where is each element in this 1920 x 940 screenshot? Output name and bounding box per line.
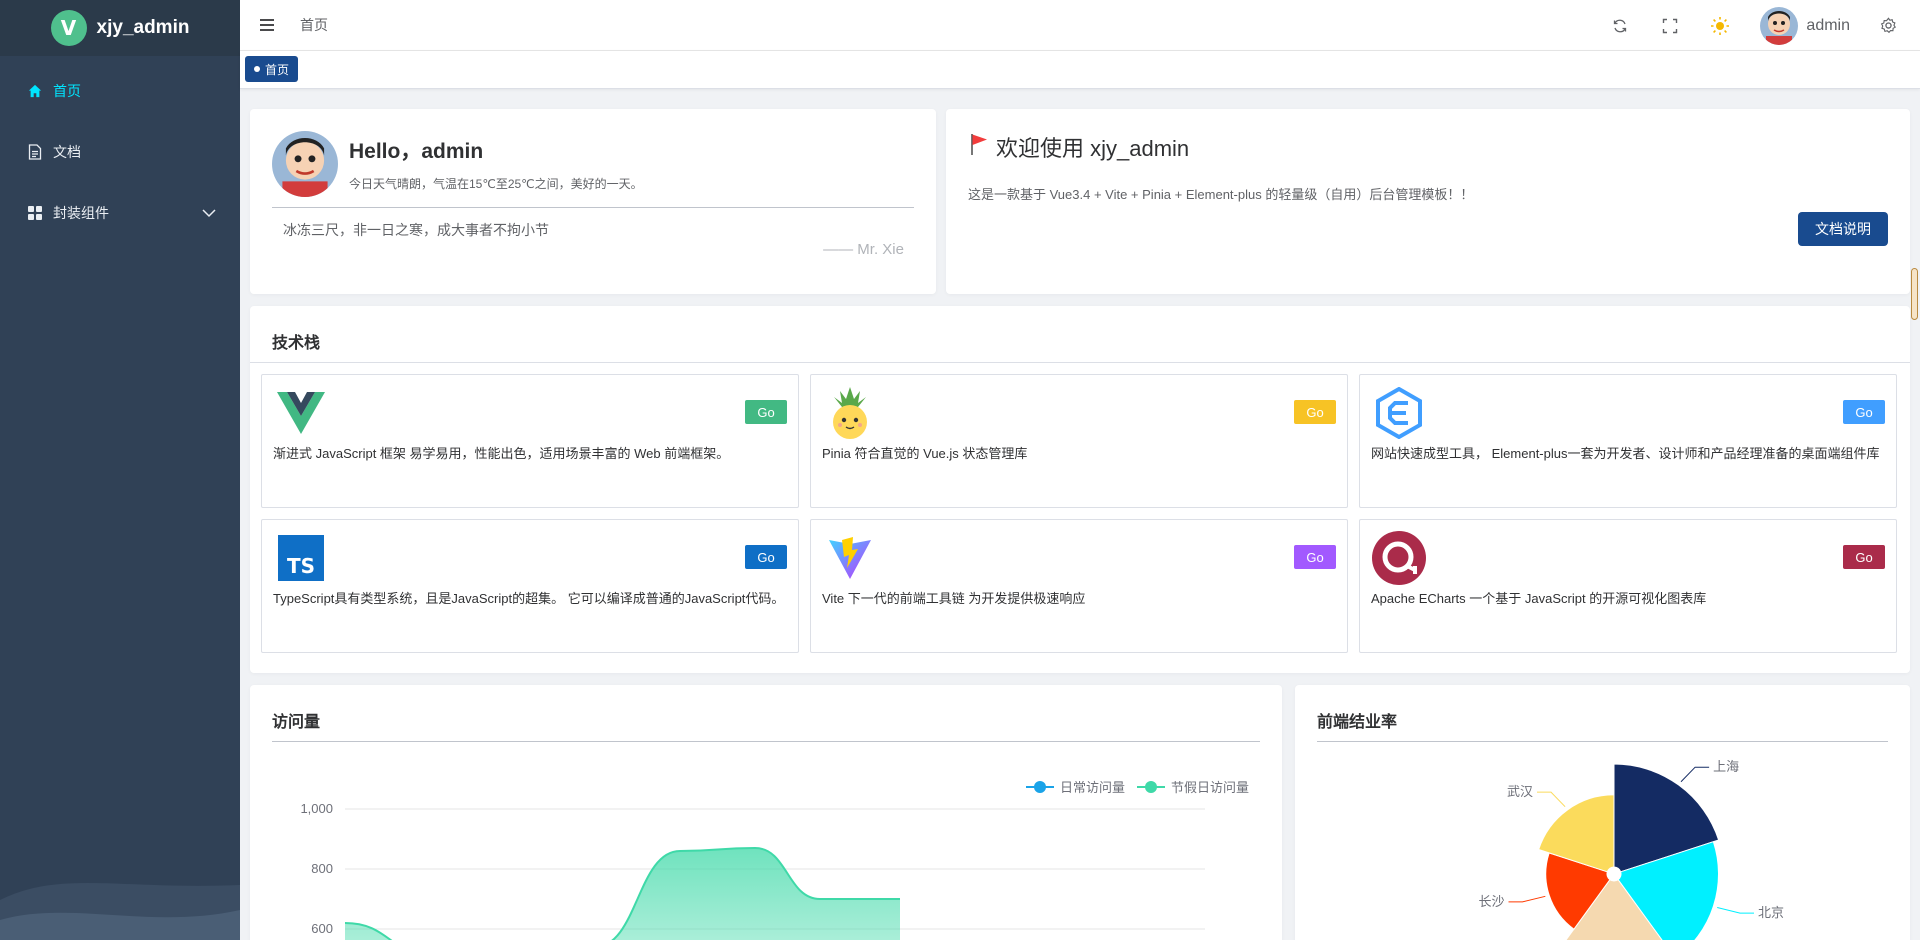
tech-stack-title: 技术栈 — [272, 335, 321, 352]
tech-stack-card: 技术栈 Go 渐进式 JavaScript 框架 易学易用，性能出色，适用场景丰… — [250, 306, 1910, 673]
document-icon — [27, 143, 43, 160]
sidebar: V xjy_admin 首页 文档 封装组件 — [0, 0, 240, 940]
sidebar-item-components[interactable]: 封装组件 — [0, 182, 240, 243]
rate-chart: 上海北京 长沙 武汉 — [1478, 759, 1784, 940]
visits-chart: 600 800 1,000 日常访问量 节假日访问量 — [300, 780, 1249, 940]
header-actions: admin — [1580, 0, 1920, 51]
hello-card: Hello，admin 今日天气晴朗，气温在15℃至25℃之间，美好的一天。 冰… — [250, 109, 936, 294]
avatar — [1760, 6, 1799, 45]
tags-view-bar: 首页 — [240, 51, 1920, 89]
pie-label-line — [1536, 791, 1566, 808]
area-fill-series-2 — [345, 848, 900, 940]
tech-description: Pinia 符合直觉的 Vue.js 状态管理库 — [822, 446, 1028, 461]
tech-go-button[interactable]: Go — [745, 400, 787, 424]
welcome-heading: 欢迎使用 xjy_admin — [968, 131, 1189, 163]
docs-button[interactable]: 文档说明 — [1798, 212, 1888, 246]
app-logo-icon: V — [50, 10, 87, 46]
vite-logo-icon — [822, 530, 878, 586]
tech-description: 渐进式 JavaScript 框架 易学易用，性能出色，适用场景丰富的 Web … — [273, 446, 730, 461]
sidebar-logo[interactable]: V xjy_admin — [0, 0, 240, 56]
divider — [272, 207, 914, 208]
vue-logo-icon — [273, 385, 329, 441]
gear-icon[interactable] — [1878, 16, 1898, 36]
avatar — [272, 131, 338, 197]
fullscreen-icon[interactable] — [1660, 16, 1680, 36]
pie-label: 长沙 — [1478, 894, 1504, 909]
chevron-down-icon — [202, 205, 216, 221]
tech-description: TypeScript具有类型系统，且是JavaScript的超集。 它可以编译成… — [273, 591, 785, 606]
legend-marker — [1034, 781, 1046, 793]
sidebar-item-label: 首页 — [53, 82, 81, 99]
rate-card: 前端结业率 上海 北京 长沙 武汉 — [1295, 685, 1910, 940]
tech-item-echarts: Go Apache ECharts 一个基于 JavaScript 的开源可视化… — [1359, 519, 1897, 653]
hello-quote-author: —— Mr. Xie — [823, 241, 904, 258]
sidebar-item-label: 封装组件 — [53, 204, 109, 221]
y-tick-label: 1,000 — [300, 801, 333, 816]
tech-description: 网站快速成型工具， Element-plus一套为开发者、设计师和产品经理准备的… — [1371, 446, 1880, 461]
welcome-description: 这是一款基于 Vue3.4 + Vite + Pinia + Element-p… — [968, 187, 1474, 202]
grid-icon — [27, 205, 43, 221]
tech-go-button[interactable]: Go — [1843, 400, 1885, 424]
hello-quote: 冰冻三尺，非一日之寒，成大事者不拘小节 — [283, 222, 549, 238]
y-tick-label: 800 — [311, 861, 333, 876]
hamburger-menu-icon[interactable] — [258, 16, 276, 34]
tag-label: 首页 — [265, 62, 290, 77]
refresh-icon[interactable] — [1610, 16, 1630, 36]
echarts-logo-icon — [1371, 530, 1427, 586]
sun-icon[interactable] — [1710, 16, 1730, 36]
tech-description: Vite 下一代的前端工具链 为开发提供极速响应 — [822, 591, 1086, 606]
tech-go-button[interactable]: Go — [1843, 545, 1885, 569]
pie-label: 上海 — [1713, 759, 1739, 774]
tech-item-typescript: TS Go TypeScript具有类型系统，且是JavaScript的超集。 … — [261, 519, 799, 653]
pie-label-line — [1680, 766, 1710, 783]
app-title: xjy_admin — [96, 17, 190, 38]
pie-label: 北京 — [1758, 905, 1784, 920]
hello-title: Hello，admin — [349, 140, 484, 163]
sidebar-item-docs[interactable]: 文档 — [0, 121, 240, 182]
page-scrollbar[interactable] — [1911, 268, 1918, 320]
divider — [250, 362, 1910, 363]
tech-item-element-plus: Go 网站快速成型工具， Element-plus一套为开发者、设计师和产品经理… — [1359, 374, 1897, 508]
tag-active-dot — [254, 66, 260, 72]
welcome-title: 欢迎使用 xjy_admin — [996, 136, 1190, 161]
tech-item-pinia: Go Pinia 符合直觉的 Vue.js 状态管理库 — [810, 374, 1348, 508]
sidebar-item-label: 文档 — [53, 143, 81, 160]
pie-label-line — [1508, 895, 1546, 903]
flag-icon — [968, 132, 990, 162]
pie-label-line — [1717, 907, 1755, 914]
home-icon — [27, 83, 43, 99]
pie-label: 武汉 — [1507, 784, 1533, 799]
typescript-logo-icon: TS — [273, 530, 329, 586]
tech-item-vue: Go 渐进式 JavaScript 框架 易学易用，性能出色，适用场景丰富的 W… — [261, 374, 799, 508]
sidebar-item-home[interactable]: 首页 — [0, 60, 240, 121]
hello-subtitle: 今日天气晴朗，气温在15℃至25℃之间，美好的一天。 — [349, 177, 643, 191]
tech-go-button[interactable]: Go — [1294, 545, 1336, 569]
legend-label: 节假日访问量 — [1171, 780, 1249, 795]
tech-item-vite: Go Vite 下一代的前端工具链 为开发提供极速响应 — [810, 519, 1348, 653]
welcome-card: 欢迎使用 xjy_admin 这是一款基于 Vue3.4 + Vite + Pi… — [946, 109, 1910, 294]
tech-go-button[interactable]: Go — [745, 545, 787, 569]
legend-marker — [1145, 781, 1157, 793]
pinia-logo-icon — [822, 385, 878, 441]
user-menu[interactable]: admin — [1760, 6, 1850, 45]
tag-home[interactable]: 首页 — [245, 56, 299, 82]
y-tick-label: 600 — [311, 921, 333, 936]
breadcrumb[interactable]: 首页 — [300, 15, 328, 35]
sidebar-wave-decoration — [0, 883, 240, 940]
element-plus-logo-icon — [1371, 385, 1427, 441]
visits-card: 访问量 600 800 1,000 日常访问量 节假日访问量 — [250, 685, 1282, 940]
tech-stack-grid: Go 渐进式 JavaScript 框架 易学易用，性能出色，适用场景丰富的 W… — [261, 374, 1897, 653]
top-header: 首页 admin — [240, 0, 1920, 51]
sidebar-menu: 首页 文档 封装组件 — [0, 60, 240, 243]
tech-description: Apache ECharts 一个基于 JavaScript 的开源可视化图表库 — [1371, 591, 1707, 606]
svg-text:TS: TS — [287, 554, 315, 578]
legend-label: 日常访问量 — [1060, 780, 1125, 795]
tech-go-button[interactable]: Go — [1294, 400, 1336, 424]
header-username: admin — [1806, 16, 1850, 34]
